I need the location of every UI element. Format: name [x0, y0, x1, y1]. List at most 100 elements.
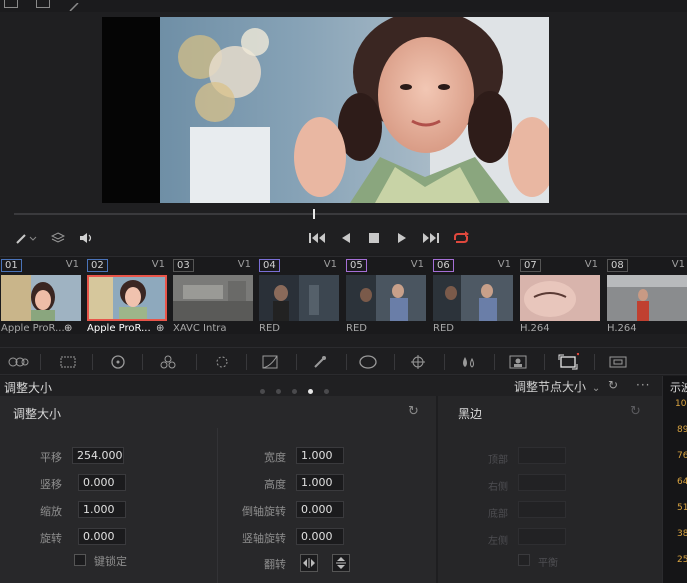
- clip-02[interactable]: 02 V1 Apple ProR... ⊕: [86, 259, 171, 335]
- yaw-input[interactable]: 0.000: [296, 528, 344, 545]
- resize-section-title: 调整大小: [13, 407, 62, 421]
- sizing-panel-header: 调整大小 调整节点大小 ⌄ ↻ ···: [0, 376, 687, 396]
- pitch-label: 倒轴旋转: [242, 505, 286, 518]
- page-dot[interactable]: [292, 389, 297, 394]
- scope-scale-value: 76: [677, 451, 687, 461]
- clip-track: V1: [671, 259, 685, 270]
- top-input[interactable]: [518, 447, 566, 464]
- motion-effects-icon[interactable]: [210, 352, 234, 372]
- playhead[interactable]: [313, 209, 315, 219]
- clip-number: 07: [520, 259, 541, 272]
- eyedropper-icon[interactable]: [12, 228, 40, 248]
- resize-panel: 调整大小 ↻ 平移 254.000 竖移 0.000 缩放 1.000 旋转 0…: [0, 396, 436, 583]
- stop-icon[interactable]: [364, 228, 384, 248]
- play-reverse-icon[interactable]: [336, 228, 356, 248]
- rotate-input[interactable]: 0.000: [78, 528, 126, 545]
- scope-panel: 示波 102 89 76 64 51 38 25: [662, 376, 687, 583]
- clip-thumbnail: [607, 275, 687, 321]
- clip-codec: Apple ProR...: [1, 323, 65, 334]
- zoom-input[interactable]: 1.000: [78, 501, 126, 518]
- reset-all-icon[interactable]: ↻: [608, 378, 618, 392]
- scope-scale-value: 38: [677, 529, 687, 539]
- blanking-panel: 黑边 ↻ 顶部 右侧 底部 左侧 平衡: [438, 396, 662, 583]
- rgb-mixer-icon[interactable]: [156, 352, 180, 372]
- link-icon: ⊕: [156, 323, 165, 334]
- tilt-input[interactable]: 0.000: [78, 474, 126, 491]
- qualifier-eyedropper-icon[interactable]: [308, 352, 332, 372]
- clip-number: 06: [433, 259, 454, 272]
- bottom-input[interactable]: [518, 501, 566, 518]
- window-icon[interactable]: [356, 352, 380, 372]
- clip-thumbnail: [520, 275, 600, 321]
- scrubber-track[interactable]: [14, 213, 687, 215]
- column-divider: [217, 428, 218, 583]
- lock-label: 键锁定: [94, 555, 127, 568]
- loop-icon[interactable]: [450, 228, 472, 248]
- play-icon[interactable]: [392, 228, 412, 248]
- yaw-label: 竖轴旋转: [242, 532, 286, 545]
- zoom-label: 缩放: [40, 505, 62, 518]
- clip-number: 03: [173, 259, 194, 272]
- clip-07[interactable]: 07 V1 H.264: [519, 259, 604, 335]
- curves-icon[interactable]: [258, 352, 282, 372]
- reset-icon[interactable]: ↻: [408, 404, 419, 419]
- lock-checkbox[interactable]: [74, 554, 86, 566]
- layout-icon[interactable]: [4, 0, 18, 8]
- clip-01[interactable]: 01 V1 Apple ProR... ⊕: [0, 259, 85, 335]
- pan-input[interactable]: 254.000: [72, 447, 124, 464]
- page-dot[interactable]: [276, 389, 281, 394]
- viewer-letterbox: [102, 17, 160, 203]
- page-dot-active[interactable]: [308, 389, 313, 394]
- clip-05[interactable]: 05 V1 RED: [345, 259, 430, 335]
- speaker-icon[interactable]: [76, 228, 96, 248]
- blur-icon[interactable]: [456, 352, 480, 372]
- clip-track: V1: [323, 259, 337, 270]
- scope-scale-value: 89: [677, 425, 687, 435]
- page-dot[interactable]: [324, 389, 329, 394]
- top-label: 顶部: [488, 455, 508, 466]
- 3d-icon[interactable]: [606, 352, 630, 372]
- sizing-mode-dropdown[interactable]: 调整节点大小 ⌄: [514, 378, 600, 395]
- clip-08[interactable]: 08 V1 H.264: [606, 259, 687, 335]
- left-input[interactable]: [518, 528, 566, 545]
- clip-track: V1: [497, 259, 511, 270]
- page-dot[interactable]: [260, 389, 265, 394]
- scope-scale-value: 102: [675, 399, 687, 409]
- flip-horizontal-button[interactable]: [300, 554, 318, 572]
- scope-scale-value: 51: [677, 503, 687, 513]
- key-icon[interactable]: [506, 352, 530, 372]
- timeline-scrubber[interactable]: [0, 204, 687, 222]
- tracker-icon[interactable]: [406, 352, 430, 372]
- clip-thumbnail: [87, 275, 167, 321]
- camera-raw-icon[interactable]: [6, 352, 30, 372]
- skip-to-end-icon[interactable]: [420, 228, 442, 248]
- width-input[interactable]: 1.000: [296, 447, 344, 464]
- blanking-title: 黑边: [458, 407, 483, 421]
- height-input[interactable]: 1.000: [296, 474, 344, 491]
- color-wheels-icon[interactable]: [106, 352, 130, 372]
- sizing-icon[interactable]: [556, 352, 580, 372]
- grid-icon[interactable]: [36, 0, 50, 8]
- layers-icon[interactable]: [48, 228, 68, 248]
- pitch-input[interactable]: 0.000: [296, 501, 344, 518]
- scope-title: 示波: [670, 381, 687, 394]
- balance-checkbox[interactable]: [518, 554, 530, 566]
- right-label: 右侧: [488, 482, 508, 493]
- page-dots[interactable]: [260, 383, 340, 397]
- clip-thumbnail: [346, 275, 426, 321]
- clip-number: 04: [259, 259, 280, 272]
- flip-vertical-button[interactable]: [332, 554, 350, 572]
- magic-wand-icon[interactable]: [68, 0, 82, 12]
- right-input[interactable]: [518, 474, 566, 491]
- chevron-down-icon: ⌄: [591, 383, 601, 394]
- clip-06[interactable]: 06 V1 RED: [432, 259, 517, 335]
- clip-04[interactable]: 04 V1 RED: [258, 259, 343, 335]
- skip-to-start-icon[interactable]: [306, 228, 328, 248]
- reset-icon[interactable]: ↻: [630, 404, 641, 419]
- color-match-icon[interactable]: [56, 352, 80, 372]
- palette-toolbar: [0, 347, 687, 375]
- left-label: 左侧: [488, 536, 508, 547]
- clip-03[interactable]: 03 V1 XAVC Intra: [172, 259, 257, 335]
- more-options-icon[interactable]: ···: [636, 378, 650, 392]
- clip-codec: RED: [259, 323, 280, 334]
